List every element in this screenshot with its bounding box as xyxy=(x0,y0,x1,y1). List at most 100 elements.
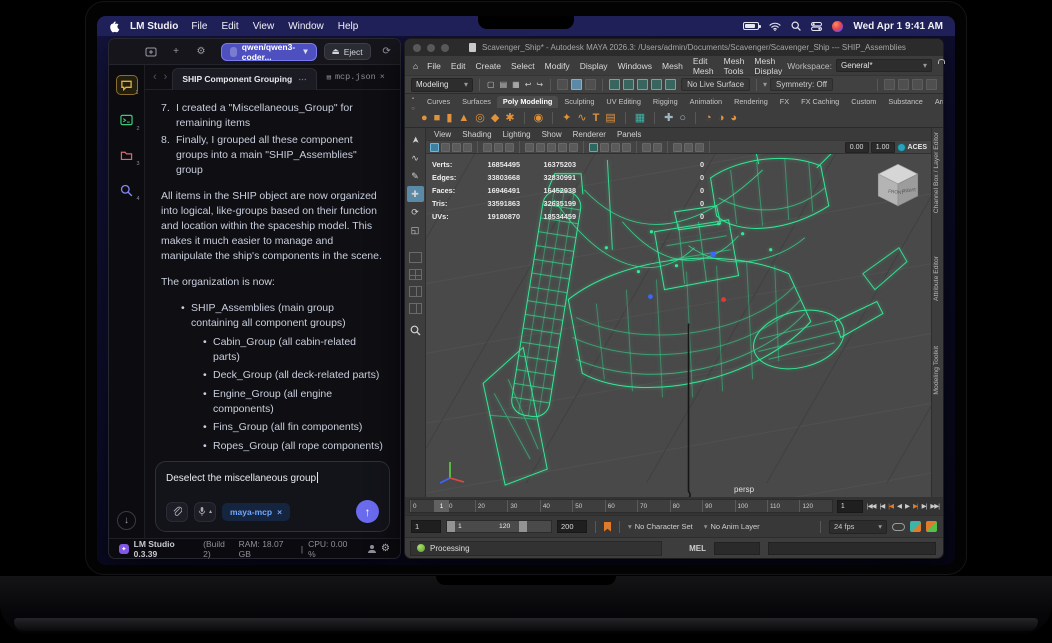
go-to-end-button[interactable]: ▶▶| xyxy=(930,502,940,510)
tab-attribute-editor[interactable]: Attribute Editor xyxy=(933,256,940,301)
layout-four-pane-icon[interactable] xyxy=(408,269,422,280)
shelf-curve-icon[interactable]: ∿ xyxy=(577,112,586,124)
shelf-boolean-intersect-icon[interactable]: ◕ xyxy=(730,112,737,124)
menubar-clock[interactable]: Wed Apr 1 9:41 AM xyxy=(853,21,943,32)
vp-fog-icon[interactable] xyxy=(622,142,631,152)
downloads-button[interactable]: ↓ xyxy=(117,511,136,530)
shelf-svg-icon[interactable]: ▤ xyxy=(605,112,615,124)
nav-back-icon[interactable]: ‹ xyxy=(151,71,159,83)
menu-file[interactable]: File xyxy=(422,61,446,71)
vp-lights-icon[interactable] xyxy=(558,142,567,152)
layout-two-pane-icon[interactable] xyxy=(408,286,422,297)
vp-shaded-icon[interactable] xyxy=(536,142,545,152)
viewport-canvas[interactable]: Verts: 16854495 16375203 0 Edges: 33803668 32… xyxy=(426,154,931,497)
menu-modify[interactable]: Modify xyxy=(540,61,575,71)
shelf-tab-curves[interactable]: Curves xyxy=(421,96,456,108)
model-selector[interactable]: qwen/qwen3-coder... ▾ xyxy=(221,42,317,62)
user-account-icon[interactable] xyxy=(368,544,377,553)
snap-point-icon[interactable] xyxy=(637,79,649,90)
character-set-selector[interactable]: ▾ No Character Set xyxy=(628,522,693,531)
save-scene-icon[interactable]: ▦ xyxy=(511,80,521,89)
shelf-tab-custom[interactable]: Custom xyxy=(845,96,882,108)
menubar-help[interactable]: Help xyxy=(338,21,359,32)
gamma-field[interactable]: 1.00 xyxy=(870,141,895,153)
vp-menu-renderer[interactable]: Renderer xyxy=(573,130,606,139)
menubar-view[interactable]: View xyxy=(253,21,275,32)
shelf-tab-surfaces[interactable]: Surfaces xyxy=(456,96,497,108)
shelf-tab-fx-caching[interactable]: FX Caching xyxy=(795,96,845,108)
eject-model-button[interactable]: ⏏ Eject xyxy=(323,43,371,60)
vp-wireframe-icon[interactable] xyxy=(525,142,534,152)
chat-transcript[interactable]: 7. I created a "Miscellaneous_Group" for… xyxy=(145,90,400,453)
playback-prefs-icon[interactable] xyxy=(926,521,937,532)
next-key-button[interactable]: ▶| xyxy=(922,502,928,510)
settings-gear-icon[interactable]: ⚙ xyxy=(381,543,390,554)
sync-icon[interactable]: ⟳ xyxy=(378,43,396,61)
shelf-cube-icon[interactable]: ■ xyxy=(434,112,441,124)
vp-plugin-icon[interactable] xyxy=(642,142,651,152)
workspace-selector[interactable]: General* ▾ xyxy=(836,59,933,72)
menu-windows[interactable]: Windows xyxy=(613,61,657,71)
layout-single-pane-icon[interactable] xyxy=(408,252,422,263)
vp-bookmark-icon[interactable] xyxy=(463,142,472,152)
tab-modeling-toolkit[interactable]: Modeling Toolkit xyxy=(933,346,940,395)
vp-grease-icon[interactable] xyxy=(653,142,662,152)
auto-keyframe-icon[interactable] xyxy=(892,522,905,531)
shelf-sweep-icon[interactable]: ✦ xyxy=(562,112,571,124)
settings-gear-icon[interactable]: ⚙ xyxy=(192,43,210,61)
shelf-pivot-icon[interactable]: ✚ xyxy=(664,112,673,124)
render-settings-icon[interactable] xyxy=(884,79,895,90)
shelf-menu-icon[interactable]: ▪ ○ xyxy=(408,96,418,112)
shelf-tab-animation[interactable]: Animation xyxy=(684,96,728,108)
sidebar-models-folder-icon[interactable]: 3 xyxy=(116,145,140,167)
paint-select-tool-icon[interactable]: ✎ xyxy=(407,168,424,184)
toolbox-toggle-icon[interactable] xyxy=(912,79,923,90)
menubar-file[interactable]: File xyxy=(191,21,207,32)
apple-menu-icon[interactable] xyxy=(109,20,120,33)
timeline-playhead[interactable]: 1 xyxy=(434,500,449,512)
tab-options-icon[interactable]: ⋯ xyxy=(298,74,307,85)
play-forward-button[interactable]: ▶ xyxy=(905,502,910,510)
close-tab-icon[interactable]: × xyxy=(380,72,385,82)
shelf-cylinder-icon[interactable]: ▮ xyxy=(446,112,452,124)
tab-channel-box[interactable]: Channel Box / Layer Editor xyxy=(933,132,940,213)
vp-menu-show[interactable]: Show xyxy=(542,130,562,139)
current-frame-field[interactable]: 1 xyxy=(836,499,863,513)
chevron-down-icon[interactable]: ▾ xyxy=(763,80,767,89)
menubar-app-status-icon[interactable] xyxy=(832,20,844,32)
select-object-icon[interactable] xyxy=(571,79,583,90)
fps-selector[interactable]: 24 fps ▾ xyxy=(829,519,887,534)
snap-grid-icon[interactable] xyxy=(609,79,621,90)
vp-image-plane-icon[interactable] xyxy=(483,142,492,152)
shelf-torus-icon[interactable]: ◎ xyxy=(475,112,485,124)
anim-layer-selector[interactable]: ▾ No Anim Layer xyxy=(704,522,760,531)
send-button[interactable]: ↑ xyxy=(356,500,379,523)
select-hierarchy-icon[interactable] xyxy=(557,79,569,90)
new-scene-icon[interactable]: ▢ xyxy=(486,80,496,89)
range-end-handle[interactable] xyxy=(519,521,527,532)
live-surface-field[interactable]: No Live Surface xyxy=(681,78,751,91)
tab-ship-component-grouping[interactable]: SHIP Component Grouping ⋯ xyxy=(172,67,317,90)
vp-resolution-gate-icon[interactable] xyxy=(673,142,682,152)
snap-surface-icon[interactable] xyxy=(665,79,677,90)
scale-tool-icon[interactable]: ◱ xyxy=(407,222,424,238)
sidebar-chat-icon[interactable]: 1 xyxy=(115,75,139,96)
hypershade-icon[interactable] xyxy=(898,79,909,90)
attach-file-button[interactable] xyxy=(166,501,188,522)
vp-menu-lighting[interactable]: Lighting xyxy=(503,130,531,139)
move-tool-icon[interactable]: ✚ xyxy=(406,186,424,202)
chat-input-card[interactable]: Deselect the miscellaneous group ▴ maya-… xyxy=(155,461,390,532)
menu-select[interactable]: Select xyxy=(506,61,540,71)
shelf-tab-arnold[interactable]: Arnold xyxy=(929,96,943,108)
search-tool-icon[interactable] xyxy=(410,323,421,341)
shelf-grid-icon[interactable]: ▦ xyxy=(635,112,645,124)
animation-start-field[interactable]: 1 xyxy=(411,520,441,533)
shelf-disc-icon[interactable]: ✱ xyxy=(505,112,514,124)
vp-xray-joints-icon[interactable] xyxy=(600,142,609,152)
snap-plane-icon[interactable] xyxy=(651,79,663,90)
range-slider[interactable]: 1 120 xyxy=(446,520,552,533)
shelf-tab-uv-editing[interactable]: UV Editing xyxy=(600,96,646,108)
shelf-text-icon[interactable]: T xyxy=(593,112,600,124)
menu-create[interactable]: Create xyxy=(471,61,507,71)
prev-frame-button[interactable]: |◀ xyxy=(888,502,894,510)
